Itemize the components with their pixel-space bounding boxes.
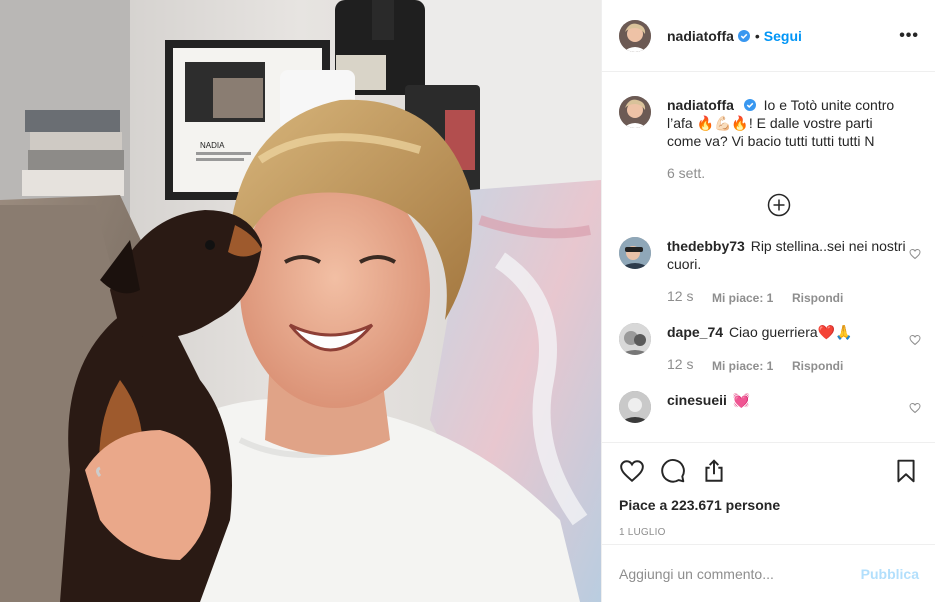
load-more-icon[interactable]: [767, 193, 791, 217]
caption-body: nadiatoffa Io e Totò unite contro l’afa …: [667, 96, 907, 182]
share-icon[interactable]: [701, 458, 727, 484]
comment-time[interactable]: 12 s: [667, 287, 712, 307]
avatar-image: [619, 391, 651, 423]
comment-like-heart-icon[interactable]: [909, 248, 921, 260]
caption: nadiatoffa Io e Totò unite contro l’afa …: [602, 72, 935, 182]
avatar-image: [619, 19, 651, 52]
comment-item: thedebby73 Rip stellina..sei nei nostri …: [602, 237, 935, 307]
avatar-image: [619, 96, 651, 128]
reply-button[interactable]: Rispondi: [792, 289, 843, 307]
comment-icon[interactable]: [660, 458, 686, 484]
comment-time[interactable]: 12 s: [667, 355, 712, 375]
publish-button[interactable]: Pubblica: [861, 566, 919, 582]
comment-avatar[interactable]: [619, 323, 651, 355]
comment-like-heart-icon[interactable]: [909, 334, 921, 346]
avatar-image: [619, 237, 651, 269]
reply-button[interactable]: Rispondi: [792, 357, 843, 375]
comment-like-heart-icon[interactable]: [909, 402, 921, 414]
post-header: nadiatoffa • Segui •••: [602, 0, 935, 72]
post-image: NADIA: [0, 0, 601, 602]
comment-text: Ciao guerriera❤️🙏: [728, 324, 853, 340]
add-comment-bar: Pubblica: [602, 544, 935, 602]
comment-avatar[interactable]: [619, 391, 651, 423]
load-more-comments[interactable]: [622, 193, 935, 217]
heart-icon[interactable]: [619, 458, 645, 484]
comment-item: cinesueii 💓: [602, 391, 935, 423]
comment-body: dape_74 Ciao guerriera❤️🙏 12 s Mi piace:…: [667, 323, 907, 375]
separator-dot: •: [754, 27, 760, 44]
caption-time[interactable]: 6 sett.: [667, 164, 907, 182]
post-actions: Piace a 223.671 persone 1 LUGLIO Pubblic…: [602, 442, 935, 602]
comments-list[interactable]: nadiatoffa Io e Totò unite contro l’afa …: [602, 72, 935, 442]
save-icon[interactable]: [893, 458, 919, 484]
avatar-image: [619, 323, 651, 355]
instagram-post: NADIA nadiatoffa • Segui ••• nadiatoffa …: [0, 0, 935, 602]
comment-body: thedebby73 Rip stellina..sei nei nostri …: [667, 237, 907, 307]
author-avatar[interactable]: [619, 19, 651, 52]
comment-text: 💓: [732, 392, 751, 408]
more-icon[interactable]: •••: [899, 27, 919, 45]
verified-icon: [737, 29, 750, 42]
comment-input[interactable]: [619, 565, 861, 582]
comment-meta: 12 s Mi piace: 1 Rispondi: [667, 355, 907, 375]
comment-avatar[interactable]: [619, 237, 651, 269]
action-icons: [602, 443, 935, 499]
comment-username[interactable]: thedebby73: [667, 238, 745, 254]
post-photo[interactable]: NADIA: [0, 0, 601, 602]
comment-username[interactable]: dape_74: [667, 324, 723, 340]
post-date[interactable]: 1 LUGLIO: [602, 527, 935, 538]
author-username[interactable]: nadiatoffa: [667, 28, 734, 44]
frame-label: NADIA: [200, 141, 225, 150]
caption-avatar[interactable]: [619, 96, 651, 128]
likes-count[interactable]: Piace a 223.671 persone: [602, 497, 935, 513]
post-panel: nadiatoffa • Segui ••• nadiatoffa Io e T…: [601, 0, 935, 602]
follow-button[interactable]: Segui: [764, 28, 802, 44]
verified-icon: [743, 99, 756, 111]
comment-likes[interactable]: Mi piace: 1: [712, 289, 792, 307]
comment-body: cinesueii 💓: [667, 391, 907, 423]
comment-item: dape_74 Ciao guerriera❤️🙏 12 s Mi piace:…: [602, 323, 935, 375]
comment-username[interactable]: cinesueii: [667, 392, 727, 408]
comment-likes[interactable]: Mi piace: 1: [712, 357, 792, 375]
comment-meta: 12 s Mi piace: 1 Rispondi: [667, 287, 907, 307]
caption-username[interactable]: nadiatoffa: [667, 97, 734, 113]
